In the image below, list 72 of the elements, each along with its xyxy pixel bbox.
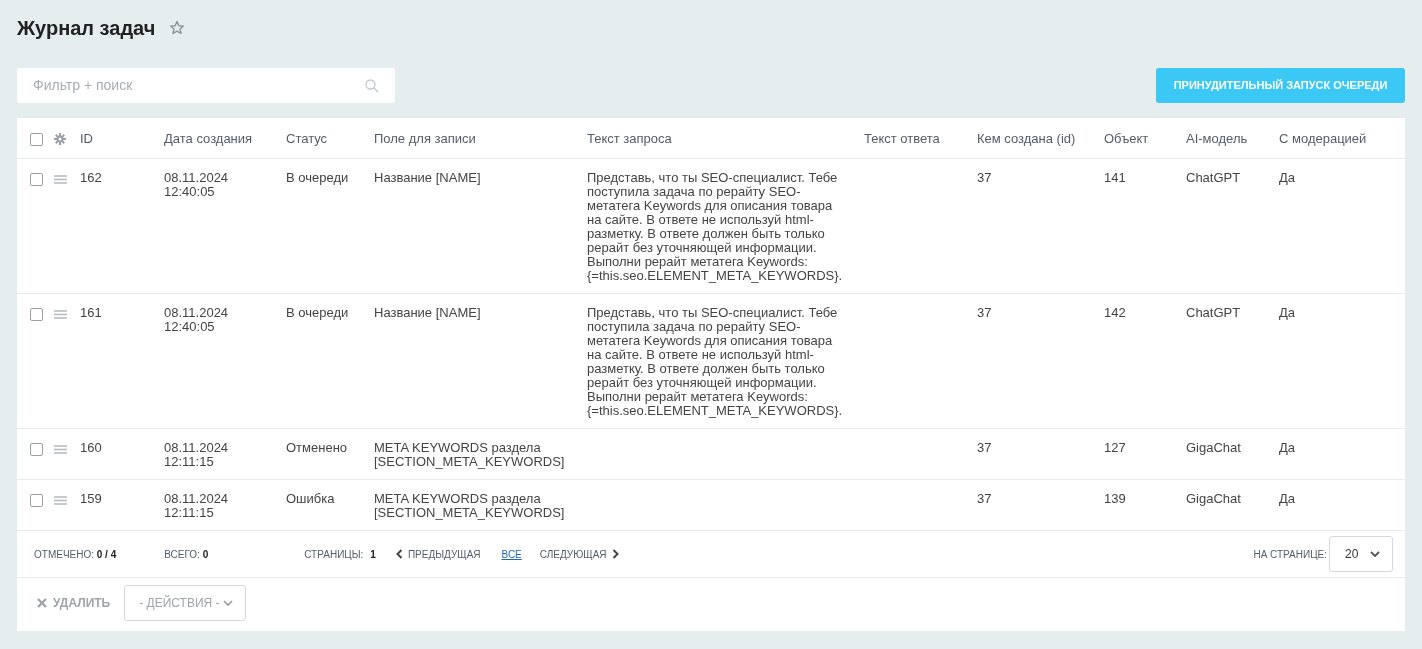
column-header[interactable]: Статус [286, 130, 328, 146]
table-cell: 162 [80, 170, 102, 185]
total-count: ВСЕГО: 0 [164, 548, 209, 560]
column-header[interactable]: Текст запроса [587, 130, 672, 146]
table-cell: Да [1279, 305, 1296, 320]
table-cell: 37 [977, 440, 992, 455]
column-header[interactable]: ID [80, 130, 93, 146]
table-cell-text: Название [NAME] [374, 171, 482, 185]
search-icon[interactable] [365, 78, 379, 93]
table-cell: 37 [977, 491, 992, 506]
page-title: Журнал задач [17, 16, 156, 40]
table-cell: Да [1279, 491, 1296, 506]
row-checkbox[interactable] [30, 308, 43, 322]
per-page-label: НА СТРАНИЦЕ: [1253, 548, 1327, 560]
table-cell-text: 08.11.2024 12:40:05 [164, 171, 230, 199]
chevron-right-icon [611, 549, 619, 559]
table-cell: 139 [1104, 491, 1126, 506]
table-cell-text: 08.11.2024 12:11:15 [164, 441, 230, 469]
table-cell-text: Отменено [286, 441, 349, 455]
table-cell: ChatGPT [1186, 170, 1241, 185]
table-cell-text: Ошибка [286, 492, 336, 506]
menu-icon[interactable] [54, 310, 67, 320]
table-cell: 37 [977, 170, 992, 185]
table-cell-text: 08.11.2024 12:11:15 [164, 492, 230, 520]
table-cell: Да [1279, 440, 1296, 455]
chevron-down-icon [1370, 550, 1380, 558]
table-cell-text: Представь, что ты SEO-специалист. Тебе поступила задача по рерайту SEO-метатега Keywords для описания товара на сайте. В ответе не используй html-разметку. В ответе должен быть только рерайт без уточняющей информации. Выполни рерайт метатега Keywords: {=this.seo.ELEMENT_META_KEYWORDS}. [587, 171, 844, 283]
page-number: 1 [370, 548, 376, 560]
per-page-select[interactable]: 20 [1329, 536, 1393, 572]
row-checkbox[interactable] [30, 173, 43, 187]
chevron-left-icon [395, 549, 403, 559]
menu-icon[interactable] [54, 175, 67, 185]
table-cell-text: Название [NAME] [374, 306, 482, 320]
column-header[interactable]: Поле для записи [374, 130, 476, 146]
table-cell: GigaChat [1186, 491, 1241, 506]
table-cell: 141 [1104, 170, 1126, 185]
chevron-down-icon [223, 599, 234, 607]
table-cell: 159 [80, 491, 102, 506]
column-header[interactable]: Текст ответа [864, 130, 940, 146]
row-checkbox[interactable] [30, 494, 43, 508]
star-icon[interactable] [169, 20, 186, 36]
column-header[interactable]: AI-модель [1186, 130, 1248, 146]
gear-icon[interactable] [54, 133, 66, 146]
table-cell: ChatGPT [1186, 305, 1241, 320]
table-cell: 37 [977, 305, 992, 320]
menu-icon[interactable] [54, 445, 67, 455]
table-cell-text: Представь, что ты SEO-специалист. Тебе поступила задача по рерайту SEO-метатега Keywords для описания товара на сайте. В ответе не используй html-разметку. В ответе должен быть только рерайт без уточняющей информации. Выполни рерайт метатега Keywords: {=this.seo.ELEMENT_META_KEYWORDS}. [587, 306, 844, 418]
close-icon [37, 598, 47, 608]
menu-icon[interactable] [54, 496, 67, 506]
column-header[interactable]: Объект [1104, 130, 1149, 146]
search-field[interactable]: Фильтр + поиск [17, 67, 395, 103]
table-cell-text: META KEYWORDS раздела [SECTION_META_KEYWORDS] [374, 441, 566, 469]
column-header[interactable]: Кем создана (id) [977, 130, 1076, 146]
table-cell: 160 [80, 440, 102, 455]
table-cell: 161 [80, 305, 102, 320]
table-cell: GigaChat [1186, 440, 1241, 455]
table-cell: 142 [1104, 305, 1126, 320]
previous-link[interactable]: ПРЕДЫДУЩАЯ [395, 548, 481, 560]
column-header[interactable]: С модерацией [1279, 130, 1367, 146]
table-cell-text: В очереди [286, 171, 350, 185]
all-pages-link[interactable]: ВСЕ [501, 548, 522, 560]
next-link[interactable]: СЛЕДУЮЩАЯ [539, 548, 619, 560]
pages-label: СТРАНИЦЫ: [304, 548, 364, 560]
table-cell: Да [1279, 170, 1296, 185]
column-header[interactable]: Дата создания [164, 130, 253, 146]
row-checkbox[interactable] [30, 443, 43, 457]
checked-count: ОТМЕЧЕНО: 0 / 4 [34, 548, 117, 560]
table-cell-text: В очереди [286, 306, 350, 320]
select-all-checkbox[interactable] [30, 132, 43, 146]
table-cell: 127 [1104, 440, 1126, 455]
table-cell-text: META KEYWORDS раздела [SECTION_META_KEYWORDS] [374, 492, 566, 520]
table-cell-text: 08.11.2024 12:40:05 [164, 306, 230, 334]
